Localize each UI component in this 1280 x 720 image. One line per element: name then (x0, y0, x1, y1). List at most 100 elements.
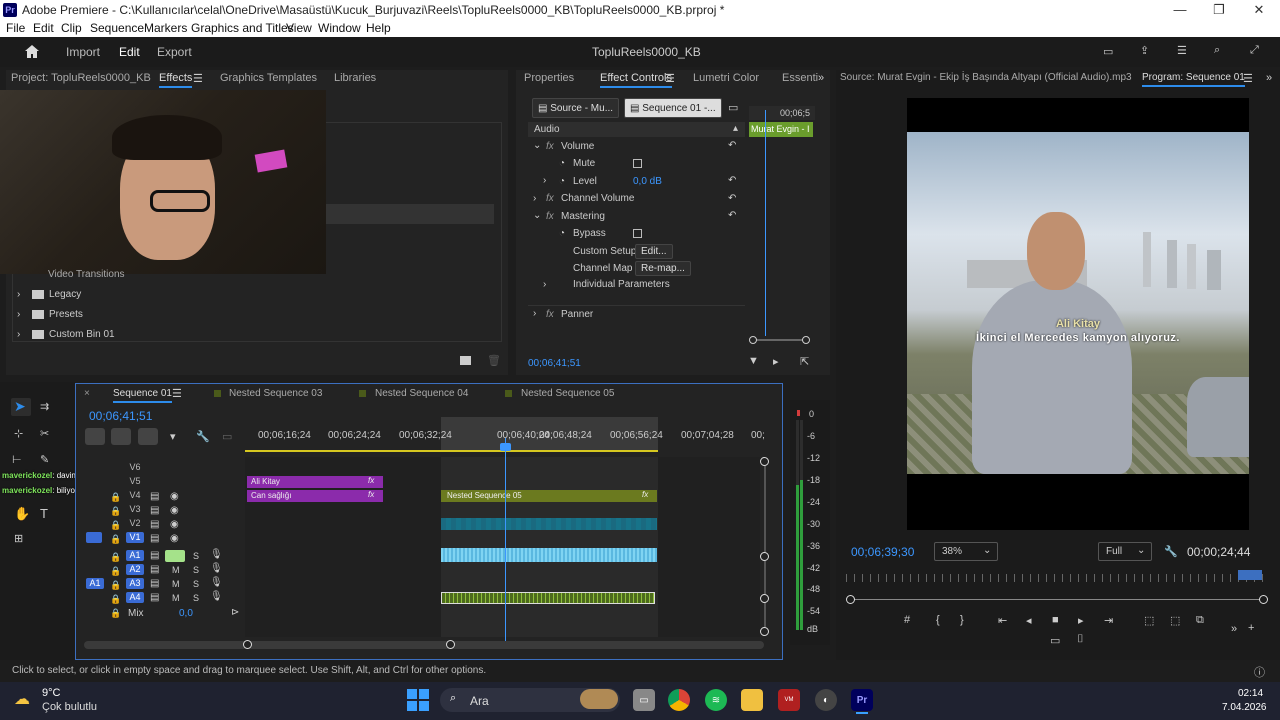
go-to-in-icon[interactable]: ⇤ (998, 614, 1007, 627)
timeline-vscroll[interactable] (764, 461, 766, 632)
timeline-timecode[interactable]: 00;06;41;51 (89, 409, 152, 423)
hand-tool-icon[interactable]: ✋ (14, 506, 30, 522)
play-audio-icon[interactable]: ▸ (773, 355, 779, 368)
share-icon[interactable]: ⇪ (1140, 44, 1149, 57)
track-v6-label[interactable]: V6 (126, 462, 144, 473)
menu-markers[interactable]: Markers (144, 21, 187, 35)
clip-v2-video[interactable] (441, 518, 657, 530)
sync-lock-icon[interactable]: ▤ (150, 533, 159, 544)
hscroll-handle[interactable] (243, 640, 252, 649)
stopwatch-icon[interactable]: ◔ (559, 176, 565, 187)
level-value[interactable]: 0,0 dB (633, 176, 662, 187)
tab-properties[interactable]: Properties (524, 72, 574, 84)
track-a1-label[interactable]: A1 (126, 550, 144, 561)
step-forward-icon[interactable]: ▸ (1078, 614, 1084, 627)
solo-icon[interactable]: S (193, 579, 199, 589)
tab-graphics-templates[interactable]: Graphics Templates (220, 72, 317, 84)
sync-lock-icon[interactable]: ▤ (150, 505, 159, 516)
search-icon[interactable]: ⌕ (1214, 44, 1220, 57)
filter-icon[interactable]: ▼ (748, 355, 759, 367)
menu-graphics[interactable]: Graphics and Titles (191, 21, 294, 35)
list-item-custom-bin[interactable]: Custom Bin 01 (49, 329, 115, 340)
lock-icon[interactable]: 🔒 (110, 608, 121, 619)
mix-end-icon[interactable]: ⊳ (231, 607, 239, 618)
weather-desc[interactable]: Çok bulutlu (42, 701, 97, 713)
selection-tool-icon[interactable]: ➤ (14, 398, 26, 415)
vscroll-handle[interactable] (760, 457, 769, 466)
chevron-right-icon[interactable]: › (533, 308, 536, 319)
reset-icon[interactable]: ↶ (728, 175, 736, 186)
track-v3-label[interactable]: V3 (126, 504, 144, 515)
ripple-edit-icon[interactable]: ⊹ (14, 427, 23, 440)
tab-lumetri[interactable]: Lumetri Color (693, 72, 759, 84)
eye-icon[interactable]: ◉ (170, 533, 179, 544)
lock-icon[interactable]: 🔒 (110, 520, 121, 531)
eye-icon[interactable]: ◉ (170, 519, 179, 530)
panel-menu-icon[interactable]: ☰ (193, 72, 203, 85)
ec-timecode[interactable]: 00;06;41;51 (528, 358, 581, 369)
start-icon[interactable] (407, 689, 429, 711)
zoom-select[interactable]: 38% ⌄ (934, 542, 998, 561)
weather-temp[interactable]: 9°C (42, 687, 60, 699)
pen-icon[interactable]: ✎ (40, 453, 49, 466)
reset-icon[interactable]: ↶ (728, 193, 736, 204)
more-tabs-icon[interactable]: » (1266, 72, 1272, 84)
source-a1-patch[interactable]: A1 (86, 578, 104, 589)
razor-icon[interactable]: ✂ (40, 427, 49, 440)
captions-icon[interactable]: ▭ (222, 430, 232, 443)
menu-sequence[interactable]: Sequence (90, 21, 144, 35)
chrome-icon[interactable] (668, 689, 690, 711)
mute-toggle[interactable]: M (172, 579, 180, 589)
trash-icon[interactable]: 🗑 (487, 354, 501, 367)
voicemeeter-icon[interactable]: VM (778, 689, 800, 711)
clip-a1-audio[interactable] (441, 548, 657, 562)
scroll-handle-left[interactable] (846, 595, 855, 604)
reset-icon[interactable]: ↶ (728, 140, 736, 151)
source-v1-patch[interactable] (86, 532, 102, 543)
fullscreen-icon[interactable]: ⤢ (1250, 44, 1259, 57)
track-a3-label[interactable]: A3 (126, 578, 144, 589)
lock-icon[interactable]: 🔒 (110, 566, 121, 577)
camera-icon[interactable]: ⌷ (1077, 633, 1084, 646)
lock-icon[interactable]: 🔒 (110, 492, 121, 503)
spotify-icon[interactable]: ≋ (705, 689, 727, 711)
scroll-handle-right[interactable] (1259, 595, 1268, 604)
chevron-right-icon[interactable]: › (17, 329, 20, 340)
solo-icon[interactable]: S (193, 593, 199, 603)
menu-clip[interactable]: Clip (61, 21, 82, 35)
new-bin-icon[interactable] (460, 356, 471, 365)
track-v1-label[interactable]: V1 (126, 532, 144, 543)
playhead-handle[interactable] (500, 443, 511, 451)
minimize-button[interactable]: — (1165, 2, 1195, 17)
extract-icon[interactable]: ⬚ (1170, 614, 1180, 627)
sync-lock-icon[interactable]: ▤ (150, 550, 159, 561)
linked-selection-icon[interactable] (138, 428, 158, 445)
clock-date[interactable]: 7.04.2026 (1222, 702, 1267, 713)
tab-nested-04[interactable]: Nested Sequence 04 (375, 388, 468, 399)
workspace-icon[interactable]: ▭ (1103, 45, 1113, 58)
more-controls-icon[interactable]: » (1231, 623, 1237, 635)
mic-icon[interactable]: 🎙 (210, 591, 223, 602)
eye-icon[interactable]: ◉ (170, 491, 179, 502)
stopwatch-icon[interactable]: ◔ (559, 158, 565, 169)
obs-icon[interactable]: ◐ (815, 689, 837, 711)
add-button-icon[interactable]: + (1248, 622, 1254, 634)
program-timecode[interactable]: 00;06;39;30 (851, 545, 914, 559)
mark-in-icon[interactable]: { (936, 614, 940, 626)
source-clip-button[interactable]: ▤ Source - Mu... (532, 98, 620, 118)
file-explorer-icon[interactable] (741, 689, 763, 711)
tab-program[interactable]: Program: Sequence 01 (1142, 72, 1245, 87)
slip-tool-icon[interactable]: ⊢ (12, 453, 22, 466)
vscroll-handle[interactable] (760, 627, 769, 636)
track-v5-label[interactable]: V5 (126, 476, 144, 487)
panel-menu-icon[interactable]: ☰ (1243, 72, 1253, 85)
track-v2-label[interactable]: V2 (126, 518, 144, 529)
sync-lock-icon[interactable]: ▤ (150, 491, 159, 502)
panel-menu-icon[interactable]: ☰ (665, 72, 675, 85)
info-icon[interactable]: ⓘ (1254, 664, 1265, 680)
chevron-down-icon[interactable]: ⌄ (533, 210, 541, 221)
chevron-right-icon[interactable]: › (543, 175, 546, 186)
snap-icon[interactable] (111, 428, 131, 445)
menu-window[interactable]: Window (318, 21, 361, 35)
type-tool-icon[interactable]: T (40, 506, 48, 521)
